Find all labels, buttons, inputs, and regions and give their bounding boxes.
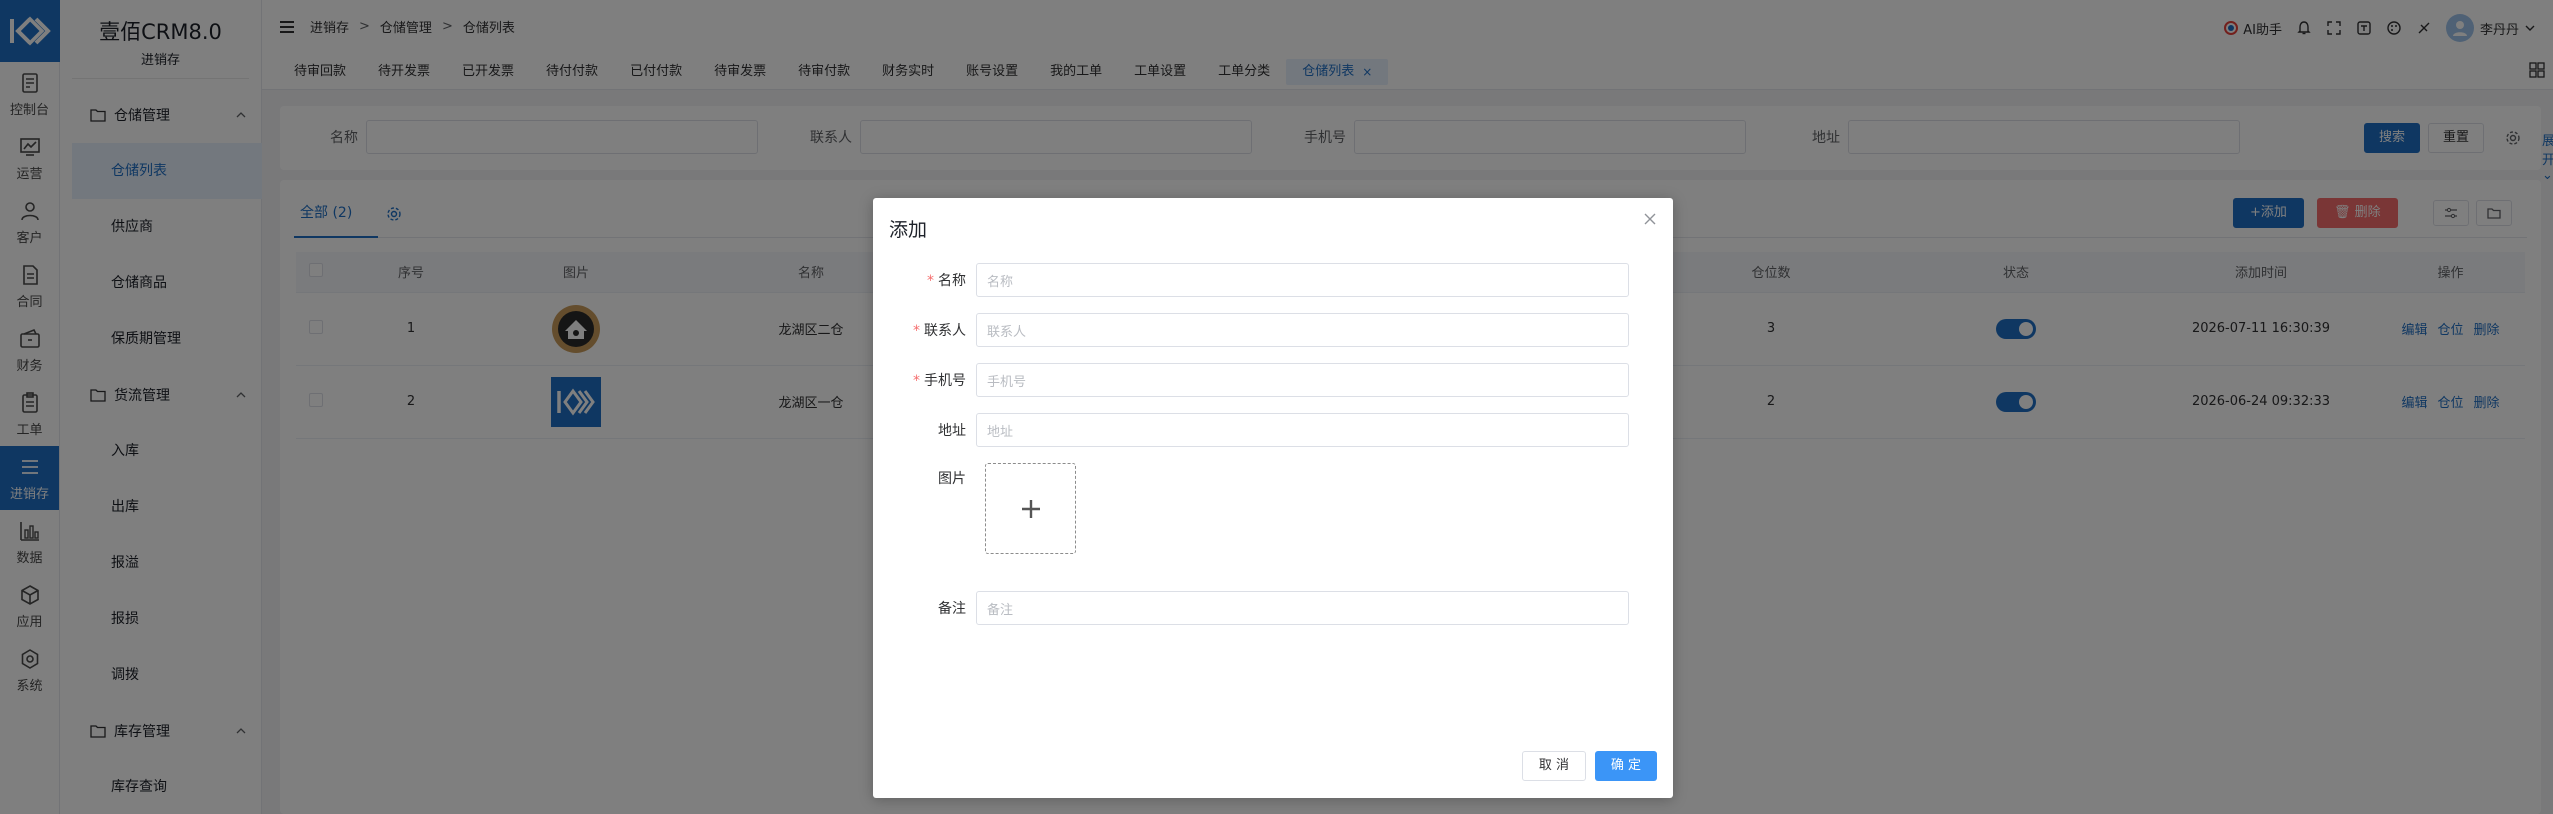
form-label-text: 手机号 bbox=[924, 373, 966, 389]
address-placeholder: 地址 bbox=[987, 424, 1014, 440]
form-label: 地址 bbox=[873, 420, 976, 440]
form-row-name: * 名称 名称 bbox=[873, 263, 1629, 297]
required-mark: * bbox=[913, 373, 920, 389]
form-row-contact: * 联系人 联系人 bbox=[873, 313, 1629, 347]
form-label-text: 备注 bbox=[938, 601, 966, 617]
contact-input[interactable]: 联系人 bbox=[976, 313, 1629, 347]
phone-input[interactable]: 手机号 bbox=[976, 363, 1629, 397]
plus-icon bbox=[1021, 499, 1040, 518]
form-label-text: 联系人 bbox=[924, 323, 966, 339]
close-icon[interactable] bbox=[1643, 212, 1657, 226]
form-row-phone: * 手机号 手机号 bbox=[873, 363, 1629, 397]
form-label-text: 地址 bbox=[938, 423, 966, 439]
phone-placeholder: 手机号 bbox=[987, 374, 1027, 390]
required-mark: * bbox=[927, 273, 934, 289]
contact-placeholder: 联系人 bbox=[987, 324, 1027, 340]
form-label-text: 名称 bbox=[938, 273, 966, 289]
address-input[interactable]: 地址 bbox=[976, 413, 1629, 447]
form-row-address: 地址 地址 bbox=[873, 413, 1629, 447]
form-row-remark: 备注 备注 bbox=[873, 591, 1629, 625]
name-placeholder: 名称 bbox=[987, 274, 1014, 290]
confirm-button[interactable]: 确 定 bbox=[1595, 751, 1657, 781]
remark-placeholder: 备注 bbox=[987, 602, 1014, 618]
required-mark: * bbox=[913, 323, 920, 339]
image-upload[interactable] bbox=[985, 463, 1076, 554]
form-label: * 名称 bbox=[873, 270, 976, 290]
image-label: 图片 bbox=[938, 471, 966, 487]
dialog-title: 添加 bbox=[889, 219, 928, 241]
form-label: * 联系人 bbox=[873, 320, 976, 340]
remark-input[interactable]: 备注 bbox=[976, 591, 1629, 625]
name-input[interactable]: 名称 bbox=[976, 263, 1629, 297]
add-dialog: 添加 * 名称 名称 * 联系人 联系人 * 手机号 手机号 地址 地址 图片 备注 … bbox=[873, 198, 1673, 798]
form-label: 备注 bbox=[873, 598, 976, 618]
form-label: * 手机号 bbox=[873, 370, 976, 390]
cancel-button[interactable]: 取 消 bbox=[1522, 751, 1586, 781]
